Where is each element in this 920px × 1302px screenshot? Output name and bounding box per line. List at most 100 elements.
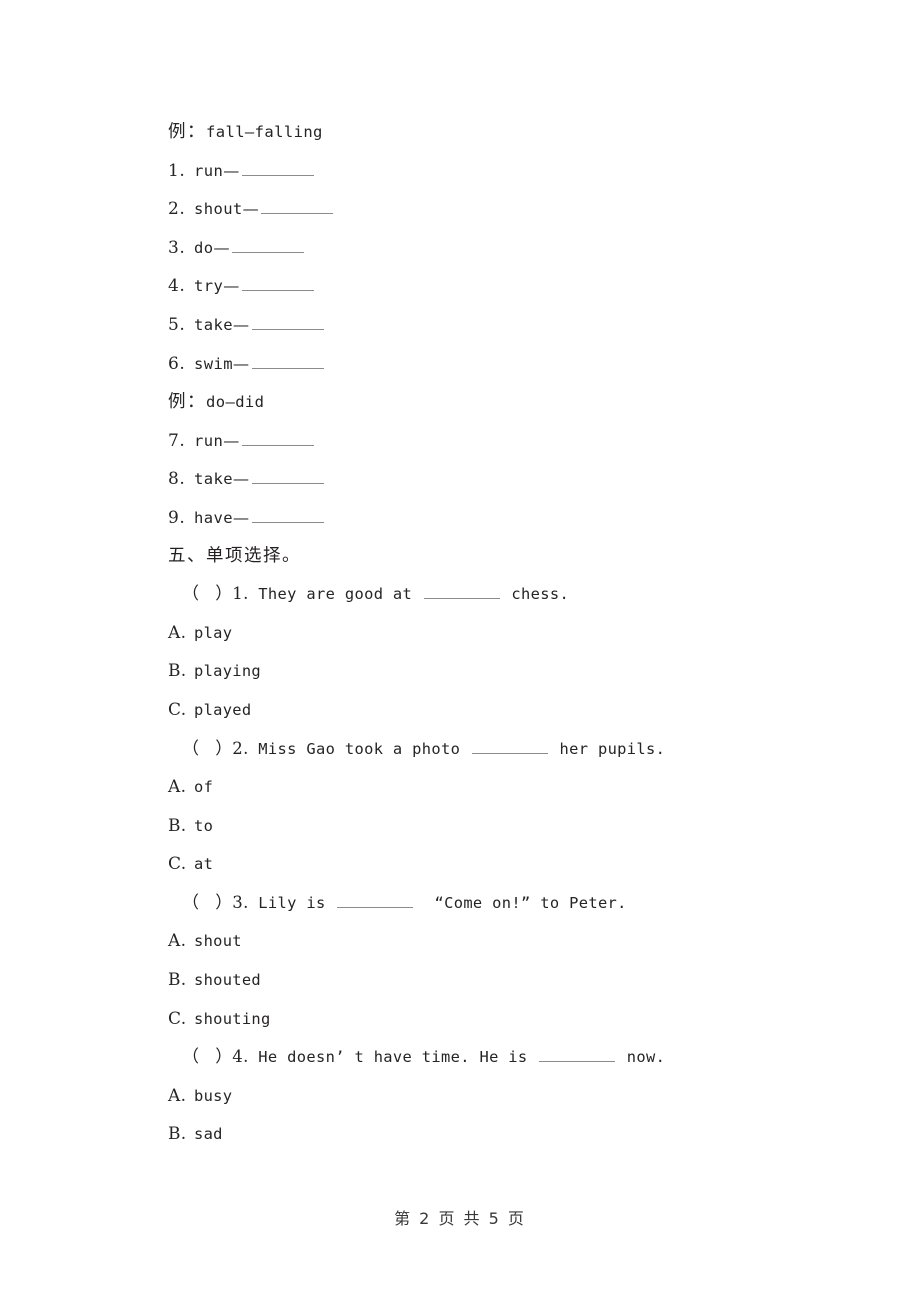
item-word: run (194, 431, 224, 450)
question-number: 3. (232, 892, 249, 912)
page-footer: 第 2 页 共 5 页 (0, 1205, 920, 1229)
item-word: run (194, 161, 224, 180)
question-2-option-c[interactable]: C. at (168, 845, 768, 884)
question-3: （ ）3. Lily is “Come on!” to Peter. (168, 884, 768, 923)
answer-blank[interactable] (337, 894, 414, 908)
ing-item-6: 6. swim— (168, 344, 768, 383)
past-item-9: 9. have— (168, 498, 768, 537)
question-1-option-a[interactable]: A. play (168, 614, 768, 653)
answer-bracket[interactable]: （ ） (182, 739, 232, 759)
question-2-option-b[interactable]: B. to (168, 807, 768, 846)
item-dash: — (242, 199, 260, 219)
past-item-7: 7. run— (168, 421, 768, 460)
section-heading-text: 五、单项选择。 (168, 545, 301, 566)
item-dash: — (223, 160, 240, 180)
answer-blank[interactable] (232, 237, 305, 253)
option-label: B. (168, 970, 187, 991)
option-label: C. (168, 699, 187, 720)
item-number: 7. (168, 430, 186, 451)
item-word: swim (194, 354, 233, 373)
item-number: 2. (168, 199, 186, 220)
answer-blank[interactable] (251, 468, 324, 485)
item-dash: — (232, 353, 250, 373)
item-number: 4. (168, 276, 186, 297)
option-label: A. (168, 931, 187, 952)
option-label: B. (168, 661, 187, 682)
question-4-option-a[interactable]: A. busy (168, 1077, 768, 1116)
question-text-before: Lily is (258, 893, 326, 912)
answer-blank[interactable] (251, 353, 324, 369)
answer-blank[interactable] (241, 160, 314, 176)
question-2-option-a[interactable]: A. of (168, 768, 768, 807)
answer-blank[interactable] (471, 739, 548, 754)
ing-example-label: 例： (168, 122, 206, 142)
question-number: 2. (232, 738, 249, 758)
option-text: play (194, 623, 233, 642)
item-dash: — (232, 314, 250, 334)
option-text: of (194, 778, 214, 797)
answer-bracket[interactable]: （ ） (182, 584, 232, 604)
question-3-option-a[interactable]: A. shout (168, 922, 768, 961)
question-1-option-c[interactable]: C. played (168, 691, 768, 730)
option-text: shouted (194, 971, 261, 990)
item-number: 8. (168, 469, 186, 490)
question-2: （ ）2. Miss Gao took a photo her pupils. (168, 730, 768, 769)
item-number: 3. (168, 237, 186, 258)
answer-blank[interactable] (251, 507, 324, 523)
item-dash: — (223, 430, 240, 450)
item-word: have (194, 508, 233, 527)
question-text-before: They are good at (258, 585, 413, 604)
answer-blank[interactable] (241, 276, 314, 292)
answer-blank[interactable] (539, 1048, 616, 1063)
question-text-after: “Come on!” to Peter. (434, 893, 627, 912)
section-heading-five: 五、单项选择。 (168, 537, 768, 576)
ing-item-1: 1. run— (168, 151, 768, 190)
answer-blank[interactable] (241, 430, 314, 446)
item-dash: — (232, 507, 250, 527)
option-text: shout (194, 932, 242, 951)
option-text: played (194, 700, 252, 719)
ing-item-3: 3. do— (168, 228, 768, 267)
option-text: at (194, 855, 214, 874)
ing-example-text: fall—falling (206, 123, 323, 141)
ing-item-5: 5. take— (168, 305, 768, 344)
past-example-line: 例：do—did (168, 382, 768, 421)
question-text-before: He doesn’ t have time. He is (258, 1048, 528, 1067)
page-number-text: 第 2 页 共 5 页 (394, 1209, 526, 1228)
question-number: 4. (232, 1047, 249, 1067)
option-text: playing (194, 662, 261, 681)
answer-blank[interactable] (423, 585, 500, 600)
question-1-option-b[interactable]: B. playing (168, 652, 768, 691)
answer-blank[interactable] (261, 198, 334, 215)
question-text-after: her pupils. (559, 739, 666, 758)
item-word: do (194, 238, 214, 257)
question-3-option-b[interactable]: B. shouted (168, 961, 768, 1000)
question-number: 1. (232, 584, 249, 604)
ing-item-2: 2. shout— (168, 189, 768, 228)
item-dash: — (223, 276, 240, 296)
answer-bracket[interactable]: （ ） (182, 1047, 232, 1067)
option-text: shouting (194, 1009, 271, 1028)
past-example-label: 例： (168, 392, 206, 413)
question-3-option-c[interactable]: C. shouting (168, 1000, 768, 1039)
option-label: C. (168, 1008, 187, 1029)
ing-example-line: 例：fall—falling (168, 112, 768, 151)
document-page: 例：fall—falling 1. run— 2. shout— 3. do— 4. t… (0, 0, 920, 1302)
option-label: B. (168, 815, 187, 836)
question-4-option-b[interactable]: B. sad (168, 1115, 768, 1154)
option-text: busy (194, 1086, 233, 1105)
item-dash: — (232, 469, 250, 489)
question-1: （ ）1. They are good at chess. (168, 575, 768, 614)
answer-bracket[interactable]: （ ） (182, 893, 232, 913)
question-text-after: chess. (511, 585, 570, 604)
item-number: 9. (168, 507, 186, 528)
item-word: take (194, 470, 233, 489)
option-label: C. (168, 854, 187, 875)
item-number: 6. (168, 353, 186, 374)
question-4: （ ）4. He doesn’ t have time. He is now. (168, 1038, 768, 1077)
question-text-before: Miss Gao took a photo (258, 739, 461, 758)
answer-blank[interactable] (251, 314, 324, 330)
item-number: 5. (168, 314, 186, 335)
item-dash: — (213, 237, 231, 257)
question-text-after: now. (626, 1048, 666, 1067)
